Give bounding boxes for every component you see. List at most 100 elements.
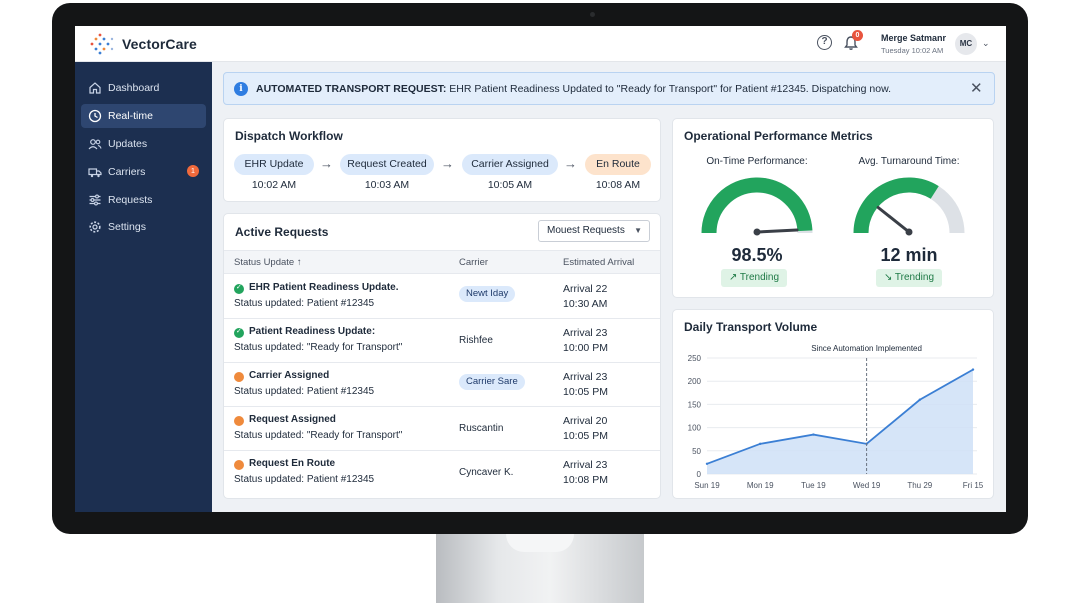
workflow-step-en-route[interactable]: En Route [585,154,651,175]
y-tick-label: 200 [688,377,702,386]
performance-metrics-card: Operational Performance Metrics On-Time … [672,118,994,298]
x-tick-label: Thu 29 [907,481,932,490]
user-name: Merge Satmanr [881,33,947,43]
logo-icon [90,33,114,55]
carriers-badge: 1 [187,165,199,177]
table-row[interactable]: Request En Route Status updated: Patient… [224,451,660,495]
sidebar-item-requests[interactable]: Requests [81,188,206,212]
row-title: EHR Patient Readiness Update. [249,282,399,293]
clock-icon [88,109,102,123]
sidebar-item-carriers[interactable]: Carriers 1 [81,160,206,184]
workflow-step-carrier-assigned[interactable]: Carrier Assigned [462,154,558,175]
y-tick-label: 250 [688,354,702,363]
x-tick-label: Wed 19 [853,481,881,490]
arrow-right-icon: → [320,156,333,171]
sidebar-item-settings[interactable]: Settings [81,215,206,239]
column-header-status[interactable]: Status Update ↑ [234,257,302,268]
carrier-chip[interactable]: Newt Iday [459,286,516,302]
column-header-arrival[interactable]: Estimated Arrival [563,257,634,268]
webcam [590,12,595,17]
chevron-down-icon[interactable]: ⌄ [982,38,990,49]
gauge-hub [753,228,761,236]
help-icon[interactable]: ? [817,35,832,50]
alert-message: AUTOMATED TRANSPORT REQUEST: EHR Patient… [256,83,891,95]
gear-icon [89,221,101,233]
row-title: Request En Route [249,458,336,469]
metric-value: 98.5% [731,245,783,265]
volume-chart: 0 50 100 150 200 250 Sun 19 Mon 19 Tue 19 Wed 19 T… [688,344,984,490]
y-tick-label: 0 [697,470,702,479]
close-icon[interactable]: ✕ [970,79,983,97]
table-row[interactable]: Request Assigned Status updated: "Ready … [224,407,660,451]
daily-volume-card: Daily Transport Volume 0 50 100 150 200 250 Su… [672,309,994,499]
users-icon [88,139,102,150]
sidebar-item-real-time[interactable]: Real-time [81,104,206,128]
sidebar-item-label: Settings [108,221,146,233]
annotation-label: Since Automation Implemented [811,344,922,353]
carrier-name: Ruscantin [459,423,504,434]
y-tick-label: 50 [692,447,701,456]
dispatch-workflow-card: Dispatch Workflow EHR Update → Request C… [223,118,661,202]
avatar[interactable]: MC [955,33,977,55]
top-bar: VectorCare ? 0 Merge Satmanr Tuesday 10:… [75,26,1006,62]
sidebar-item-label: Requests [108,194,153,206]
x-tick-label: Mon 19 [747,481,774,490]
arrival-time: 10:30 AM [563,298,608,310]
truck-icon [88,168,102,178]
status-dot-green: ✓ [234,328,244,338]
brand-name: VectorCare [122,36,197,52]
sidebar-item-dashboard[interactable]: Dashboard [81,76,206,100]
arrival-time: 10:08 PM [563,474,608,486]
sort-up-icon[interactable]: ↑ [297,257,302,268]
user-time: Tuesday 10:02 AM [881,46,944,55]
alert-prefix: AUTOMATED TRANSPORT REQUEST: [256,83,447,95]
sliders-icon [89,194,101,206]
metric-label: Avg. Turnaround Time: [858,156,960,167]
trend-badge: ↘ Trending [876,269,942,287]
row-subtitle: Status updated: Patient #12345 [234,298,375,309]
check-icon: ✓ [236,328,242,335]
sidebar-item-updates[interactable]: Updates [81,132,206,156]
alert-body: EHR Patient Readiness Updated to "Ready … [446,83,891,95]
row-title: Request Assigned [249,414,336,425]
table-row[interactable]: ✓ Patient Readiness Update: Status updat… [224,319,660,363]
sidebar-item-label: Dashboard [108,82,160,94]
dropdown-label: Mouest Requests [547,225,625,236]
x-tick-label: Tue 19 [801,481,826,490]
turnaround-gauge [853,177,965,236]
on-time-gauge [701,177,813,236]
carrier-name: Cyncaver K. [459,467,514,478]
table-row[interactable]: Carrier Assigned Status updated: Patient… [224,363,660,407]
workflow-time: 10:05 AM [487,179,533,191]
gauge-hub [905,228,913,236]
monitor-stand-neck [506,534,574,552]
workflow-time: 10:02 AM [251,179,297,191]
table-row[interactable]: ✓ EHR Patient Readiness Update. Status u… [224,275,660,319]
arrival-day: Arrival 23 [563,327,608,339]
workflow-step-ehr-update[interactable]: EHR Update [234,154,314,175]
arrival-time: 10:05 PM [563,430,608,442]
data-point [759,442,762,446]
gauge-fill [701,177,813,234]
column-header-carrier[interactable]: Carrier [459,257,488,268]
metric-value: 12 min [880,245,938,265]
workflow-time: 10:03 AM [364,179,410,191]
row-subtitle: Status updated: Patient #12345 [234,386,375,397]
area-fill [707,369,973,474]
y-tick-label: 100 [688,424,702,433]
arrival-time: 10:05 PM [563,386,608,398]
table-header: Status Update ↑ Carrier Estimated Arriva… [224,250,660,274]
scene: VectorCare ? 0 Merge Satmanr Tuesday 10:… [0,0,1080,603]
arrival-day: Arrival 20 [563,415,608,427]
requests-filter-dropdown[interactable]: Mouest Requests ▼ [538,220,650,242]
sidebar: Dashboard Real-time Updates Carriers 1 R… [75,62,212,512]
notification-badge: 0 [852,30,863,41]
workflow-time: 10:08 AM [595,179,641,191]
arrow-right-icon: → [564,156,577,171]
workflow-step-request-created[interactable]: Request Created [340,154,434,175]
info-icon: i [234,82,248,96]
gauge-needle [755,228,799,234]
carrier-chip[interactable]: Carrier Sare [459,374,525,390]
row-subtitle: Status updated: Patient #12345 [234,474,375,485]
metric-label: On-Time Performance: [706,156,808,167]
